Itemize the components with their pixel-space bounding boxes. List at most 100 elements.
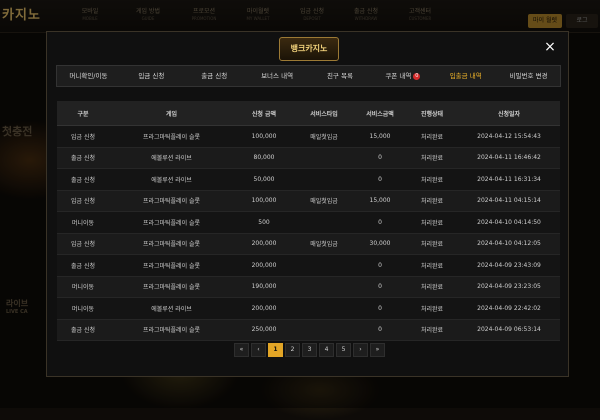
table-cell: 매일첫입금: [294, 233, 354, 255]
table-cell: 처리완료: [406, 254, 458, 277]
table-cell: [294, 211, 354, 234]
table-cell: 머니이동: [57, 297, 109, 320]
table-cell: 프라그마틱플레이 슬롯: [109, 319, 234, 341]
table-cell: 에볼루션 라이브: [109, 147, 234, 169]
table-cell: 190,000: [234, 276, 294, 298]
table-row: 입금 신청 프라그마틱플레이 슬롯 100,000 매일첫입금 15,000 처리완료 20…: [57, 190, 560, 212]
table-cell: 처리완료: [406, 233, 458, 255]
column-header: 구분: [57, 101, 109, 126]
page-button-5[interactable]: 5: [336, 343, 351, 357]
table-cell: 처리완료: [406, 190, 458, 212]
table-cell: 0: [354, 168, 406, 191]
column-header: 서비스금액: [354, 101, 406, 126]
tab-4[interactable]: 보너스 내역: [246, 66, 309, 86]
table-cell: 2024-04-09 06:53:14: [458, 319, 560, 341]
last-page-button[interactable]: »: [370, 343, 385, 357]
column-header: 진행상태: [406, 101, 458, 126]
table-cell: 에볼루션 라이브: [109, 168, 234, 191]
table-cell: 200,000: [234, 233, 294, 255]
table-cell: 0: [354, 147, 406, 169]
table-cell: 매일첫입금: [294, 190, 354, 212]
page-button-4[interactable]: 4: [319, 343, 334, 357]
table-cell: 2024-04-09 23:43:09: [458, 254, 560, 277]
table-cell: 0: [354, 319, 406, 341]
table-cell: 15,000: [354, 125, 406, 148]
table-cell: 80,000: [234, 147, 294, 169]
table-cell: 매일첫입금: [294, 125, 354, 148]
page-button-1[interactable]: 1: [268, 343, 283, 357]
table-cell: 처리완료: [406, 125, 458, 148]
tab-7[interactable]: 입출금 내역: [434, 66, 497, 86]
tab-8[interactable]: 비밀번호 변경: [497, 66, 560, 86]
table-cell: 2024-04-11 04:15:14: [458, 190, 560, 212]
table-cell: 250,000: [234, 319, 294, 341]
table-cell: 2024-04-12 15:54:43: [458, 125, 560, 148]
table-cell: 프라그마틱플레이 슬롯: [109, 276, 234, 298]
table-row: 출금 신청 프라그마틱플레이 슬롯 200,000 0 처리완료 2024-04-09 2…: [57, 254, 560, 277]
tab-label: 쿠폰 내역: [385, 72, 412, 80]
table-cell: 처리완료: [406, 276, 458, 298]
table-header-row: 구분 게임 신청 금액 서비스타입 서비스금액 진행상태 신청일자: [57, 101, 560, 126]
table-cell: 30,000: [354, 233, 406, 255]
table-cell: 0: [354, 254, 406, 277]
column-header: 신청일자: [458, 101, 560, 126]
column-header: 신청 금액: [234, 101, 294, 126]
tab-label: 보너스 내역: [261, 72, 294, 80]
history-table: 구분 게임 신청 금액 서비스타입 서비스금액 진행상태 신청일자 입금 신청 프라그마틱플레…: [57, 101, 560, 341]
table-cell: 500: [234, 211, 294, 234]
tab-6[interactable]: 쿠폰 내역 0: [371, 66, 434, 86]
table-cell: 0: [354, 297, 406, 320]
table-cell: 처리완료: [406, 147, 458, 169]
table-cell: 출금 신청: [57, 319, 109, 341]
table-cell: 2024-04-11 16:46:42: [458, 147, 560, 169]
table-cell: 2024-04-11 16:31:34: [458, 168, 560, 191]
table-cell: 2024-04-10 04:12:05: [458, 233, 560, 255]
table-cell: 프라그마틱플레이 슬롯: [109, 211, 234, 234]
table-cell: 프라그마틱플레이 슬롯: [109, 254, 234, 277]
tab-label: 비밀번호 변경: [509, 72, 548, 80]
modal-logo: 뱅크카지노: [279, 37, 339, 61]
table-cell: 100,000: [234, 190, 294, 212]
table-cell: 200,000: [234, 254, 294, 277]
table-cell: 프라그마틱플레이 슬롯: [109, 190, 234, 212]
table-row: 출금 신청 프라그마틱플레이 슬롯 250,000 0 처리완료 2024-04-09 0…: [57, 319, 560, 341]
next-page-button[interactable]: ›: [353, 343, 368, 357]
table-cell: 출금 신청: [57, 168, 109, 191]
table-cell: [294, 147, 354, 169]
table-cell: 2024-04-09 23:23:05: [458, 276, 560, 298]
table-row: 입금 신청 프라그마틱플레이 슬롯 200,000 매일첫입금 30,000 처리완료 20…: [57, 233, 560, 255]
table-cell: 입금 신청: [57, 233, 109, 255]
table-row: 출금 신청 에볼루션 라이브 80,000 0 처리완료 2024-04-11 16:46…: [57, 147, 560, 169]
tab-label: 출금 신청: [201, 72, 228, 80]
table-cell: 0: [354, 276, 406, 298]
table-cell: 출금 신청: [57, 254, 109, 277]
table-cell: 2024-04-09 22:42:02: [458, 297, 560, 320]
table-cell: [294, 319, 354, 341]
table-cell: [294, 254, 354, 277]
table-cell: 100,000: [234, 125, 294, 148]
table-cell: 처리완료: [406, 211, 458, 234]
table-cell: 입금 신청: [57, 190, 109, 212]
table-cell: 2024-04-10 04:14:50: [458, 211, 560, 234]
table-cell: 처리완료: [406, 168, 458, 191]
tab-3[interactable]: 출금 신청: [183, 66, 246, 86]
table-cell: 머니이동: [57, 276, 109, 298]
page-button-2[interactable]: 2: [285, 343, 300, 357]
modal-header: 뱅크카지노 ×: [47, 32, 568, 64]
tab-label: 친구 목록: [326, 72, 353, 80]
tab-label: 입출금 내역: [449, 72, 482, 80]
table-cell: [294, 297, 354, 320]
tab-2[interactable]: 입금 신청: [120, 66, 183, 86]
page-button-3[interactable]: 3: [302, 343, 317, 357]
first-page-button[interactable]: «: [234, 343, 249, 357]
tab-5[interactable]: 친구 목록: [309, 66, 372, 86]
table-row: 머니이동 에볼루션 라이브 200,000 0 처리완료 2024-04-09 22:42…: [57, 297, 560, 320]
table-cell: 프라그마틱플레이 슬롯: [109, 233, 234, 255]
column-header: 서비스타입: [294, 101, 354, 126]
tab-label: 머니확인/이동: [69, 72, 108, 80]
prev-page-button[interactable]: ‹: [251, 343, 266, 357]
table-cell: 처리완료: [406, 319, 458, 341]
close-icon[interactable]: ×: [542, 39, 558, 55]
table-row: 출금 신청 에볼루션 라이브 50,000 0 처리완료 2024-04-11 16:31…: [57, 168, 560, 191]
tab-1[interactable]: 머니확인/이동: [57, 66, 120, 86]
